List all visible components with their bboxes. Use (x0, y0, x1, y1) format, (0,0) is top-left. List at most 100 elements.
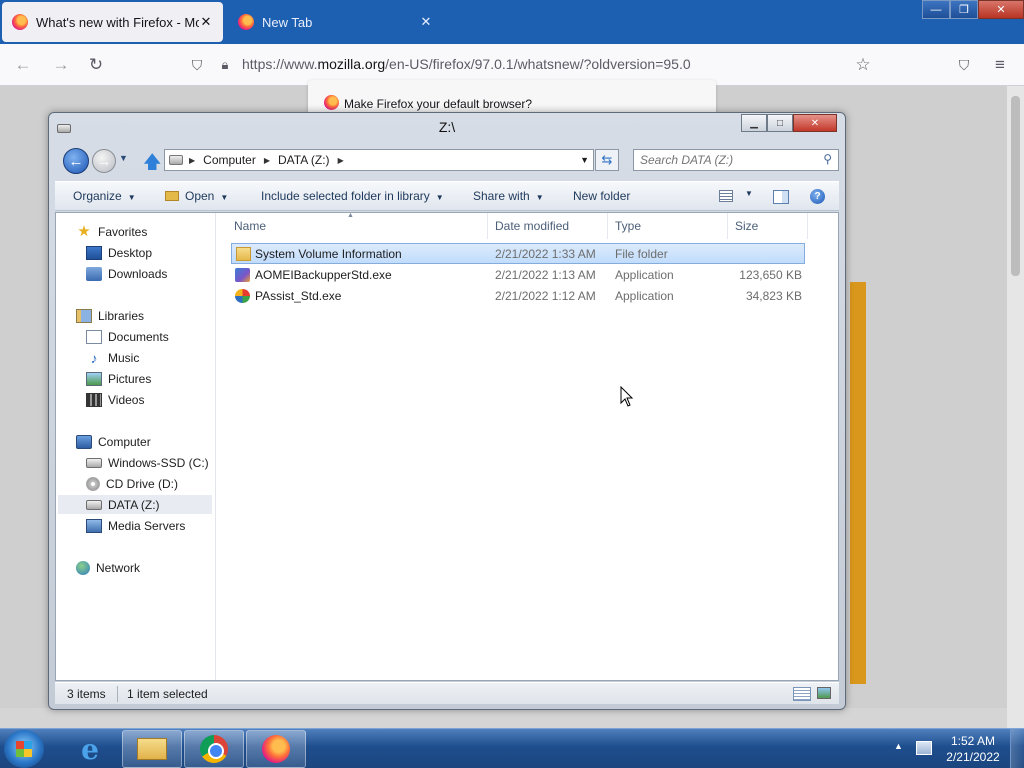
lock-icon[interactable]: 🔒︎ (214, 54, 236, 76)
large-icons-view-icon[interactable] (817, 687, 831, 699)
column-header-date[interactable]: Date modified (495, 219, 569, 233)
forward-button[interactable]: → (92, 149, 116, 173)
breadcrumb-data-z[interactable]: DATA (Z:) (278, 153, 330, 167)
open-button[interactable]: Open ▼ (165, 189, 228, 203)
view-options-dropdown-icon[interactable]: ▼ (745, 189, 753, 198)
nav-network[interactable]: Network (76, 558, 140, 577)
address-dropdown-icon[interactable]: ▼ (580, 155, 589, 165)
column-divider[interactable] (807, 213, 808, 239)
reload-icon[interactable]: ↻ (85, 54, 107, 76)
nav-libraries[interactable]: Libraries (76, 306, 144, 325)
share-with-button[interactable]: Share with ▼ (473, 189, 544, 203)
taskbar-chrome[interactable] (184, 730, 244, 768)
organize-button[interactable]: Organize ▼ (73, 189, 136, 203)
nav-computer[interactable]: Computer (76, 432, 151, 451)
minimize-button[interactable]: — (922, 0, 950, 19)
breadcrumb-computer[interactable]: Computer (203, 153, 256, 167)
forward-arrow-icon[interactable]: → (50, 54, 72, 76)
tab-new-tab[interactable]: New Tab ✕ (228, 2, 443, 42)
minimize-button[interactable]: ▁ (741, 114, 767, 132)
network-status-icon[interactable] (916, 741, 932, 755)
explorer-title-bar[interactable]: Z:\ ▁ □ ✕ (49, 113, 845, 141)
close-button[interactable]: ✕ (978, 0, 1024, 19)
pocket-icon[interactable]: ⛉ (953, 54, 975, 76)
close-button[interactable]: ✕ (793, 114, 837, 132)
firefox-icon (262, 735, 290, 763)
column-header-size[interactable]: Size (735, 219, 758, 233)
address-bar[interactable]: ▶ Computer ▶ DATA (Z:) ▶ ▼ (164, 149, 594, 171)
url-bar[interactable]: https://www.mozilla.org/en-US/firefox/97… (242, 56, 691, 72)
search-box[interactable]: ⚲ (633, 149, 839, 171)
up-arrow-icon[interactable]: 🡅 (143, 150, 162, 180)
firefox-favicon-icon (12, 14, 28, 30)
file-row[interactable]: AOMEIBackupperStd.exe 2/21/2022 1:13 AM … (231, 265, 805, 286)
taskbar-firefox[interactable] (246, 730, 306, 768)
nav-documents[interactable]: Documents (86, 327, 169, 346)
file-list[interactable]: ▲ Name Date modified Type Size System Vo… (217, 212, 839, 680)
breadcrumb-chevron-icon[interactable]: ▶ (189, 156, 195, 165)
clock-date[interactable]: 2/21/2022 (940, 750, 1006, 764)
nav-videos[interactable]: Videos (86, 390, 144, 409)
explorer-body: ★ Favorites Desktop Downloads Libraries D… (55, 212, 839, 681)
preview-pane-icon[interactable] (773, 190, 789, 204)
nav-label: Documents (108, 329, 169, 344)
nav-desktop[interactable]: Desktop (86, 243, 152, 262)
help-icon[interactable]: ? (810, 189, 825, 204)
refresh-button[interactable]: ⇆ (595, 149, 619, 171)
show-hidden-icons-icon[interactable]: ▲ (894, 741, 903, 751)
firefox-tab-bar: What's new with Firefox - More ✕ New Tab… (0, 0, 1024, 44)
tab-title: What's new with Firefox - More (36, 14, 199, 30)
close-tab-icon[interactable]: ✕ (419, 14, 433, 30)
nav-favorites[interactable]: ★ Favorites (76, 222, 147, 241)
close-tab-icon[interactable]: ✕ (199, 14, 213, 30)
nav-label: Windows-SSD (C:) (108, 455, 209, 470)
taskbar-internet-explorer[interactable]: e (60, 730, 120, 768)
column-header-type[interactable]: Type (615, 219, 641, 233)
back-arrow-icon[interactable]: ← (12, 54, 34, 76)
details-view-icon[interactable] (793, 687, 811, 701)
column-divider[interactable] (727, 213, 728, 239)
nav-data-z[interactable]: DATA (Z:) (58, 495, 212, 514)
start-button[interactable] (4, 730, 44, 768)
hard-drive-icon (86, 499, 102, 510)
file-row[interactable]: PAssist_Std.exe 2/21/2022 1:12 AM Applic… (231, 286, 805, 307)
search-icon[interactable]: ⚲ (823, 152, 832, 166)
nav-downloads[interactable]: Downloads (86, 264, 167, 283)
show-desktop-button[interactable] (1010, 729, 1024, 768)
file-name: System Volume Information (255, 247, 402, 261)
nav-pictures[interactable]: Pictures (86, 369, 151, 388)
shield-icon[interactable]: ⛉ (186, 54, 208, 76)
clock-time[interactable]: 1:52 AM (940, 734, 1006, 748)
menu-icon[interactable]: ≡ (989, 54, 1011, 76)
column-divider[interactable] (487, 213, 488, 239)
scrollbar-thumb[interactable] (1011, 96, 1020, 276)
search-input[interactable] (640, 153, 810, 167)
nav-windows-ssd[interactable]: Windows-SSD (C:) (86, 453, 209, 472)
page-scrollbar[interactable] (1007, 86, 1024, 728)
nav-music[interactable]: ♪ Music (86, 348, 140, 367)
nav-media-servers[interactable]: Media Servers (86, 516, 185, 535)
computer-icon (76, 434, 92, 449)
new-folder-button[interactable]: New folder (573, 189, 630, 203)
organize-label: Organize (73, 189, 122, 203)
recent-pages-dropdown-icon[interactable]: ▼ (119, 153, 128, 163)
breadcrumb-chevron-icon[interactable]: ▶ (338, 156, 344, 165)
column-header-name[interactable]: Name (234, 219, 266, 233)
breadcrumb-chevron-icon[interactable]: ▶ (264, 156, 270, 165)
change-view-icon[interactable] (719, 190, 733, 202)
media-server-icon (86, 518, 102, 533)
nav-cd-drive[interactable]: CD Drive (D:) (86, 474, 178, 493)
firefox-icon (324, 95, 339, 110)
file-row[interactable]: System Volume Information 2/21/2022 1:33… (231, 243, 805, 264)
taskbar-windows-explorer[interactable] (122, 730, 182, 768)
nav-label: Network (96, 560, 141, 575)
include-in-library-button[interactable]: Include selected folder in library ▼ (261, 189, 444, 203)
column-divider[interactable] (607, 213, 608, 239)
maximize-button[interactable]: □ (767, 114, 793, 132)
tab-whats-new[interactable]: What's new with Firefox - More ✕ (2, 2, 223, 42)
restore-button[interactable]: ❐ (950, 0, 978, 19)
navigation-pane[interactable]: ★ Favorites Desktop Downloads Libraries D… (56, 213, 216, 680)
back-button[interactable]: ← (63, 148, 89, 174)
open-label: Open (185, 189, 215, 203)
bookmark-star-icon[interactable]: ☆ (852, 54, 874, 76)
